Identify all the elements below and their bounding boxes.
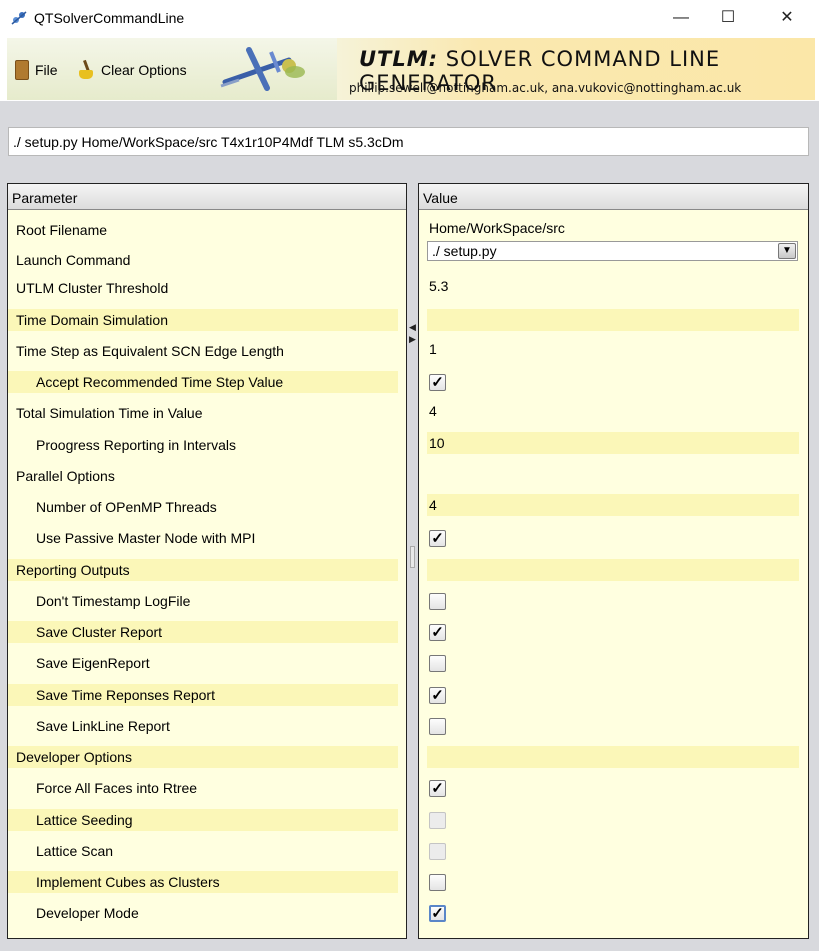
toolbar: File Clear Options bbox=[7, 38, 347, 100]
parameter-label[interactable]: Save LinkLine Report bbox=[8, 715, 398, 737]
value-cell[interactable]: ✓ bbox=[427, 904, 799, 926]
option-checkbox[interactable] bbox=[429, 655, 446, 672]
minimize-button[interactable]: — bbox=[658, 0, 704, 36]
parameter-label[interactable]: Developer Options bbox=[8, 746, 398, 768]
parameter-label[interactable]: Root Filename bbox=[8, 219, 398, 241]
parameter-label[interactable]: Launch Command bbox=[8, 249, 398, 271]
value-cell[interactable] bbox=[427, 592, 799, 614]
value-cell[interactable] bbox=[427, 811, 799, 833]
option-checkbox[interactable]: ✓ bbox=[429, 624, 446, 641]
parameter-label[interactable]: Parallel Options bbox=[8, 465, 398, 487]
file-menu-button[interactable]: File bbox=[15, 58, 58, 82]
maximize-button[interactable]: ☐ bbox=[705, 0, 751, 36]
parameter-label[interactable]: Lattice Seeding bbox=[8, 809, 398, 831]
panel-splitter[interactable]: ◀ ▶ bbox=[408, 183, 417, 939]
value-cell[interactable] bbox=[427, 717, 799, 739]
option-checkbox[interactable] bbox=[429, 593, 446, 610]
option-checkbox[interactable]: ✓ bbox=[429, 530, 446, 547]
file-label: File bbox=[35, 62, 58, 78]
parameter-label[interactable]: UTLM Cluster Threshold bbox=[8, 277, 398, 299]
option-checkbox[interactable] bbox=[429, 718, 446, 735]
option-checkbox[interactable]: ✓ bbox=[429, 780, 446, 797]
value-cell[interactable]: ✓ bbox=[427, 529, 799, 551]
value-cell[interactable]: 4 bbox=[427, 494, 799, 516]
select-value: ./ setup.py bbox=[432, 243, 497, 259]
banner-title-area: UTLM: SOLVER COMMAND LINE GENERATOR phil… bbox=[337, 38, 815, 100]
app-icon bbox=[10, 9, 28, 27]
banner-emails: phillip.sewell@nottingham.ac.uk, ana.vuk… bbox=[349, 81, 742, 95]
close-button[interactable]: ✕ bbox=[764, 0, 810, 36]
split-left-icon[interactable]: ◀ bbox=[409, 323, 416, 332]
value-cell bbox=[427, 746, 799, 768]
clear-options-button[interactable]: Clear Options bbox=[77, 58, 187, 82]
parameter-label[interactable]: Save Time Reponses Report bbox=[8, 684, 398, 706]
parameter-label[interactable]: Proogress Reporting in Intervals bbox=[8, 434, 398, 456]
chevron-down-icon[interactable]: ▼ bbox=[778, 243, 796, 259]
value-header[interactable]: Value bbox=[419, 184, 808, 210]
launch-command-select[interactable]: ./ setup.py ▼ bbox=[427, 241, 798, 261]
value-cell[interactable]: ✓ bbox=[427, 623, 799, 645]
value-cell[interactable]: ✓ bbox=[427, 686, 799, 708]
clear-options-label: Clear Options bbox=[101, 62, 187, 78]
value-cell[interactable]: ✓ bbox=[427, 373, 799, 395]
parameter-label[interactable]: Don't Timestamp LogFile bbox=[8, 590, 398, 612]
option-checkbox bbox=[429, 843, 446, 860]
main-content: ./ setup.py Home/WorkSpace/src T4x1r10P4… bbox=[0, 101, 819, 951]
parameter-label[interactable]: Time Domain Simulation bbox=[8, 309, 398, 331]
splitter-grip[interactable] bbox=[410, 546, 415, 568]
parameter-label[interactable]: Time Step as Equivalent SCN Edge Length bbox=[8, 340, 398, 362]
parameter-label[interactable]: Save Cluster Report bbox=[8, 621, 398, 643]
value-cell[interactable]: 1 bbox=[427, 338, 799, 360]
value-cell[interactable]: 5.3 bbox=[427, 275, 799, 297]
value-cell[interactable]: 10 bbox=[427, 432, 799, 454]
parameter-label[interactable]: Implement Cubes as Clusters bbox=[8, 871, 398, 893]
parameter-label[interactable]: Developer Mode bbox=[8, 902, 398, 924]
option-checkbox[interactable] bbox=[429, 874, 446, 891]
window-title: QTSolverCommandLine bbox=[34, 10, 185, 26]
banner: File Clear Options UTLM: SOLVER COMMAND … bbox=[7, 38, 815, 100]
value-panel: Value Home/WorkSpace/src ./ setup.py ▼ 5.3 1… bbox=[418, 183, 809, 939]
value-cell bbox=[427, 465, 799, 487]
option-checkbox[interactable]: ✓ bbox=[429, 374, 446, 391]
parameter-header[interactable]: Parameter bbox=[8, 184, 406, 210]
value-cell bbox=[427, 309, 799, 331]
value-cell[interactable]: ./ setup.py ▼ bbox=[427, 241, 799, 263]
option-checkbox bbox=[429, 812, 446, 829]
parameter-label[interactable]: Total Simulation Time in Value bbox=[8, 402, 398, 424]
banner-logo-graphic bbox=[220, 47, 305, 91]
parameter-label[interactable]: Reporting Outputs bbox=[8, 559, 398, 581]
value-cell[interactable]: 4 bbox=[427, 400, 799, 422]
title-bar: QTSolverCommandLine — ☐ ✕ bbox=[0, 0, 819, 36]
split-right-icon[interactable]: ▶ bbox=[409, 335, 416, 344]
command-line-field[interactable]: ./ setup.py Home/WorkSpace/src T4x1r10P4… bbox=[8, 127, 809, 156]
value-cell bbox=[427, 559, 799, 581]
value-cell[interactable]: Home/WorkSpace/src bbox=[427, 217, 799, 239]
parameter-panel: Parameter Root Filename Launch Command UTL… bbox=[7, 183, 407, 939]
parameter-label[interactable]: Accept Recommended Time Step Value bbox=[8, 371, 398, 393]
option-checkbox[interactable]: ✓ bbox=[429, 905, 446, 922]
parameter-label[interactable]: Number of OPenMP Threads bbox=[8, 496, 398, 518]
file-icon bbox=[15, 60, 29, 80]
parameter-label[interactable]: Lattice Scan bbox=[8, 840, 398, 862]
option-checkbox[interactable]: ✓ bbox=[429, 687, 446, 704]
parameter-label[interactable]: Use Passive Master Node with MPI bbox=[8, 527, 398, 549]
banner-title-prefix: UTLM: bbox=[359, 47, 439, 71]
parameter-label[interactable]: Force All Faces into Rtree bbox=[8, 777, 398, 799]
broom-icon bbox=[77, 60, 95, 80]
value-cell[interactable]: ✓ bbox=[427, 779, 799, 801]
value-cell[interactable] bbox=[427, 842, 799, 864]
value-cell[interactable] bbox=[427, 873, 799, 895]
value-cell[interactable] bbox=[427, 654, 799, 676]
parameter-label[interactable]: Save EigenReport bbox=[8, 652, 398, 674]
